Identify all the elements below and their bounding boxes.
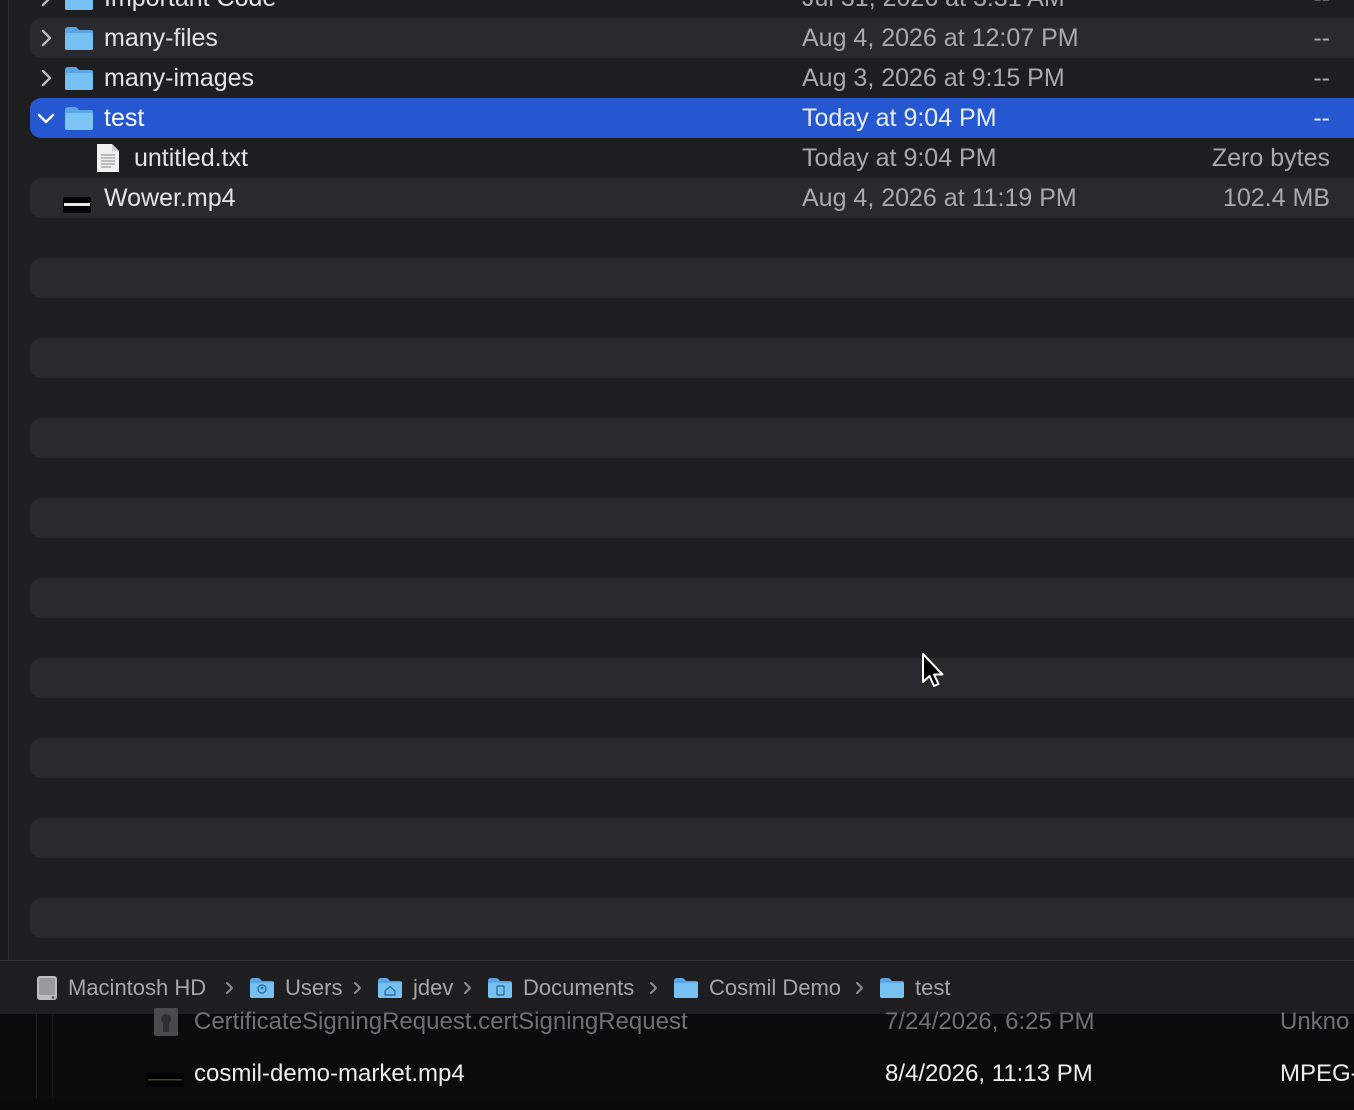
empty-row-stripe: [30, 738, 1354, 778]
path-crumb-documents[interactable]: Documents: [487, 975, 634, 1001]
empty-row-stripe: [30, 498, 1354, 538]
file-name: untitled.txt: [134, 144, 248, 172]
file-date: Aug 4, 2026 at 12:07 PM: [802, 24, 1079, 52]
disclosure-chevron-right-icon[interactable]: [36, 68, 56, 88]
path-crumb-macintosh-hd[interactable]: Macintosh HD: [36, 975, 206, 1001]
video-file-icon: [146, 1066, 184, 1094]
disclosure-chevron-right-icon[interactable]: [36, 28, 56, 48]
path-label: test: [915, 975, 951, 1000]
folder-icon: [63, 0, 95, 18]
background-file-row[interactable]: cosmil-demo-market.mp4 8/4/2026, 11:13 P…: [0, 1060, 1354, 1110]
file-date: Aug 4, 2026 at 11:19 PM: [802, 184, 1077, 212]
hard-drive-icon: [37, 976, 57, 1000]
file-name: test: [104, 104, 145, 132]
file-date: Today at 9:04 PM: [802, 144, 997, 172]
file-name: many-images: [104, 64, 255, 92]
path-crumb-jdev[interactable]: jdev: [377, 975, 453, 1001]
file-name: many-files: [104, 24, 218, 52]
file-size: Zero bytes: [1211, 144, 1330, 172]
certificate-file-icon: [152, 1008, 180, 1043]
empty-row-stripe: [30, 658, 1354, 698]
file-date: Today at 9:04 PM: [802, 104, 997, 132]
chevron-right-icon: [855, 975, 865, 1001]
empty-row-stripe: [30, 258, 1354, 298]
file-size: --: [1313, 104, 1330, 132]
mouse-cursor-icon: [922, 653, 944, 687]
chevron-right-icon: [649, 975, 659, 1001]
disclosure-chevron-down-icon[interactable]: [36, 108, 56, 128]
file-row-many-images[interactable]: many-images Aug 3, 2026 at 9:15 PM --: [30, 58, 1354, 98]
documents-folder-icon: [488, 978, 512, 998]
background-file-name: CertificateSigningRequest.certSigningReq…: [194, 1008, 688, 1035]
background-file-kind: Unkno: [1280, 1008, 1350, 1035]
file-size: --: [1313, 64, 1330, 92]
file-row-test[interactable]: test Today at 9:04 PM --: [30, 98, 1354, 138]
text-document-icon: [96, 143, 120, 180]
video-file-icon: [63, 191, 91, 220]
folder-icon: [880, 978, 904, 998]
file-row-untitled-txt[interactable]: untitled.txt Today at 9:04 PM Zero bytes: [30, 138, 1354, 178]
path-label: jdev: [413, 975, 454, 1000]
empty-row-stripe: [30, 578, 1354, 618]
file-date: Aug 3, 2026 at 9:15 PM: [802, 64, 1065, 92]
background-window: CertificateSigningRequest.certSigningReq…: [0, 1008, 1354, 1098]
path-label: Macintosh HD: [68, 975, 207, 1000]
background-file-name: cosmil-demo-market.mp4: [194, 1060, 465, 1087]
folder-icon: [63, 105, 95, 138]
file-size: --: [1313, 24, 1330, 52]
folder-icon: [63, 25, 95, 58]
empty-row-stripe: [30, 338, 1354, 378]
path-label: Users: [285, 975, 343, 1000]
path-crumb-cosmil-demo[interactable]: Cosmil Demo: [673, 975, 841, 1001]
folder-icon: [63, 65, 95, 98]
path-crumb-users[interactable]: Users: [249, 975, 342, 1001]
path-bar: Macintosh HD Users jdev Documents Cosmil…: [0, 960, 1354, 1014]
file-row-wower-mp4[interactable]: Wower.mp4 Aug 4, 2026 at 11:19 PM 102.4 …: [30, 178, 1354, 218]
path-label: Cosmil Demo: [709, 975, 842, 1000]
sidebar-edge: [0, 0, 9, 960]
finder-window: Important Code Jul 31, 2026 at 3:31 AM -…: [0, 0, 1354, 1014]
file-row-important-code[interactable]: Important Code Jul 31, 2026 at 3:31 AM -…: [30, 0, 1354, 18]
background-file-row[interactable]: CertificateSigningRequest.certSigningReq…: [0, 1008, 1354, 1058]
chevron-right-icon: [225, 975, 235, 1001]
chevron-right-icon: [463, 975, 473, 1001]
empty-row-stripe: [30, 418, 1354, 458]
background-file-date: 7/24/2026, 6:25 PM: [885, 1008, 1095, 1035]
path-label: Documents: [523, 975, 635, 1000]
file-size: --: [1313, 0, 1330, 12]
file-name: Wower.mp4: [104, 184, 236, 212]
empty-row-stripe: [30, 818, 1354, 858]
background-file-date: 8/4/2026, 11:13 PM: [885, 1060, 1093, 1087]
background-file-kind: MPEG-: [1280, 1060, 1354, 1087]
disclosure-chevron-right-icon[interactable]: [36, 0, 56, 8]
path-crumb-test[interactable]: test: [879, 975, 950, 1001]
file-size: 102.4 MB: [1222, 184, 1330, 212]
file-row-many-files[interactable]: many-files Aug 4, 2026 at 12:07 PM --: [30, 18, 1354, 58]
users-folder-icon: [250, 978, 274, 998]
home-folder-icon: [378, 978, 402, 998]
file-name: Important Code: [104, 0, 276, 12]
folder-icon: [674, 978, 698, 998]
empty-row-stripe: [30, 898, 1354, 938]
file-list: Important Code Jul 31, 2026 at 3:31 AM -…: [30, 0, 1354, 960]
file-date: Jul 31, 2026 at 3:31 AM: [802, 0, 1065, 12]
chevron-right-icon: [353, 975, 363, 1001]
